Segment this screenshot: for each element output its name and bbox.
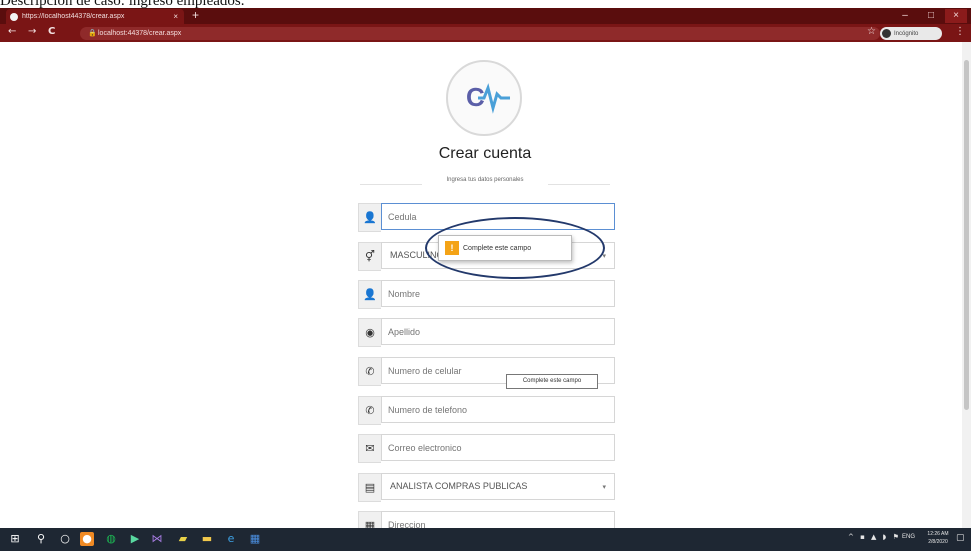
- direccion-input[interactable]: [381, 511, 615, 528]
- clock-time: 12:26 AM: [927, 531, 949, 537]
- direccion-field: ▦: [358, 511, 616, 528]
- clock[interactable]: 12:26 AM 2/8/2020: [926, 530, 950, 546]
- form-title: Crear cuenta: [438, 145, 532, 162]
- document-caption: Descripción de caso: ingreso empleados.: [0, 0, 245, 9]
- tab-title: https://localhost44378/crear.aspx: [22, 13, 125, 20]
- phone-icon: ✆: [358, 396, 381, 425]
- clock-date: 2/8/2020: [928, 539, 948, 545]
- cargo-field: ▤ ANALISTA COMPRAS PUBLICAS ▾: [358, 473, 616, 502]
- windows-start-icon[interactable]: ⊞: [8, 532, 22, 546]
- nombre-input[interactable]: [381, 280, 615, 307]
- company-logo: C: [446, 60, 522, 136]
- apellido-input[interactable]: [381, 318, 615, 345]
- system-tray-icons[interactable]: ^ ▪ ▲ ◗ ⚑: [848, 533, 901, 541]
- correo-field: ✉: [358, 434, 616, 463]
- profile-label: Incógnito: [894, 30, 919, 37]
- window-minimize-button[interactable]: –: [894, 9, 916, 23]
- hover-tooltip: Complete este campo: [506, 374, 598, 389]
- user-circle-icon: ◉: [358, 318, 381, 347]
- divider-right: [548, 184, 610, 185]
- store-icon[interactable]: ▦: [248, 532, 262, 546]
- task-view-icon[interactable]: ○: [58, 532, 72, 546]
- media-icon[interactable]: ▶: [128, 532, 142, 546]
- cargo-selected-value: ANALISTA COMPRAS PUBLICAS: [390, 481, 528, 491]
- address-bar[interactable]: 🔒 localhost:44378/crear.aspx: [80, 27, 880, 40]
- back-icon[interactable]: ←: [8, 26, 16, 37]
- reload-icon[interactable]: C: [48, 26, 55, 37]
- file-explorer-icon[interactable]: ▬: [200, 532, 214, 546]
- gender-icon: ⚥: [358, 242, 381, 271]
- building-icon: ▤: [358, 473, 381, 502]
- nombre-field: 👤: [358, 280, 616, 309]
- user-card-icon: 👤: [358, 203, 381, 232]
- language-indicator[interactable]: ENG: [902, 534, 915, 540]
- correo-input[interactable]: [381, 434, 615, 461]
- spotify-icon[interactable]: ◍: [104, 532, 118, 546]
- windows-taskbar: [0, 528, 971, 551]
- phone-icon: ✆: [358, 357, 381, 386]
- chrome-icon[interactable]: ●: [80, 532, 94, 546]
- notification-icon[interactable]: ▢: [956, 533, 965, 543]
- form-subtitle: Ingresa tus datos personales: [446, 177, 524, 183]
- window-maximize-button[interactable]: □: [920, 9, 942, 23]
- edge-icon[interactable]: e: [224, 532, 238, 546]
- envelope-icon: ✉: [358, 434, 381, 463]
- cargo-select[interactable]: ANALISTA COMPRAS PUBLICAS ▾: [381, 473, 615, 500]
- tab-close-icon[interactable]: ×: [173, 12, 178, 21]
- apellido-field: ◉: [358, 318, 616, 347]
- map-icon: ▦: [358, 511, 381, 528]
- lock-icon: 🔒: [88, 30, 97, 37]
- bookmark-star-icon[interactable]: ☆: [867, 26, 876, 37]
- search-icon[interactable]: ⚲: [34, 532, 48, 546]
- forward-icon[interactable]: →: [28, 26, 36, 37]
- visual-studio-icon[interactable]: ⋈: [150, 532, 164, 546]
- user-icon: 👤: [358, 280, 381, 309]
- browser-menu-icon[interactable]: ⋮: [955, 26, 965, 37]
- browser-tab[interactable]: https://localhost44378/crear.aspx ×: [6, 9, 184, 24]
- profile-button[interactable]: Incógnito: [880, 27, 942, 40]
- window-close-button[interactable]: ×: [945, 9, 967, 23]
- chevron-down-icon: ▾: [602, 484, 606, 491]
- telefono-input[interactable]: [381, 396, 615, 423]
- new-tab-button[interactable]: +: [192, 8, 199, 22]
- annotation-highlight-oval: [425, 217, 605, 279]
- incognito-avatar-icon: [882, 29, 891, 38]
- favicon-icon: [10, 12, 18, 21]
- telefono-field: ✆: [358, 396, 616, 425]
- address-url[interactable]: localhost:44378/crear.aspx: [98, 27, 181, 40]
- scrollbar-thumb[interactable]: [964, 60, 969, 410]
- divider-left: [360, 184, 422, 185]
- app-icon[interactable]: ▰: [176, 532, 190, 546]
